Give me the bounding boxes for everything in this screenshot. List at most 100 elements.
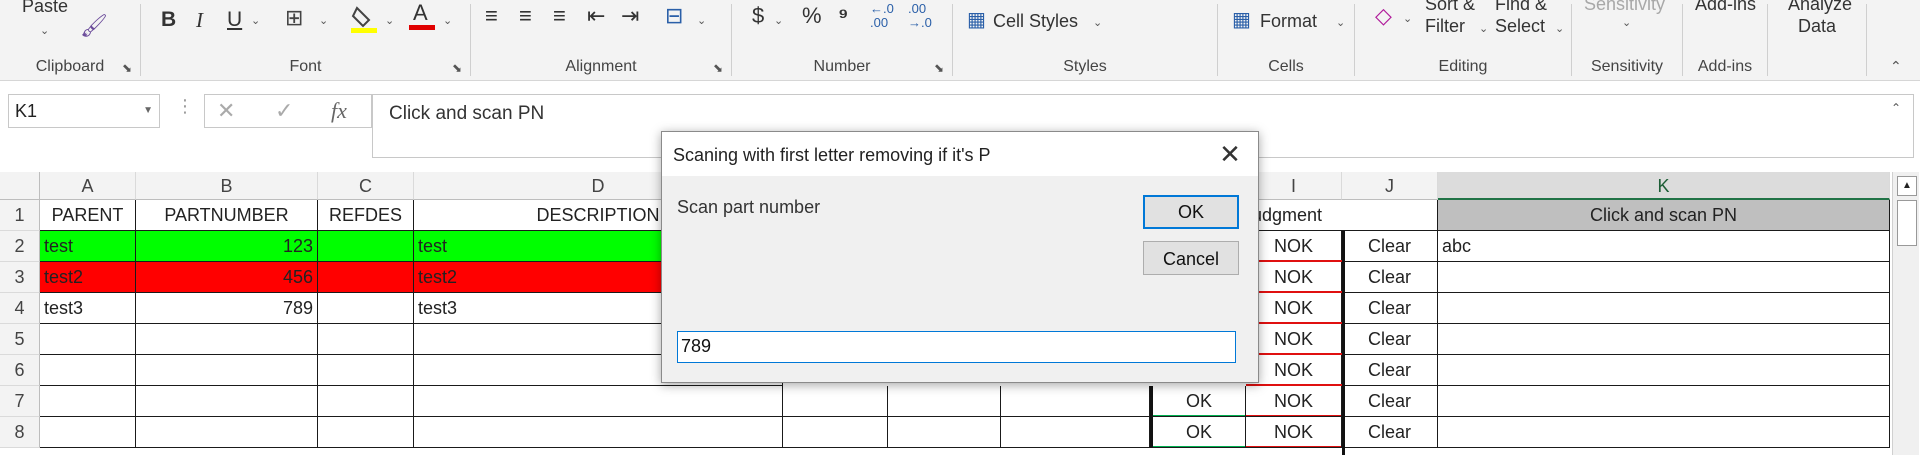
column-header-i[interactable]: I [1246, 172, 1342, 200]
percent-button[interactable]: % [802, 4, 822, 28]
collapse-ribbon-icon[interactable]: ⌃ [1890, 58, 1902, 75]
cancel-button[interactable]: Cancel [1143, 241, 1239, 275]
row-header[interactable]: 6 [0, 355, 40, 386]
cell-a1[interactable]: PARENT [40, 200, 136, 231]
cell-g8[interactable] [1001, 417, 1150, 448]
cell-j3[interactable]: Clear [1342, 262, 1438, 293]
cell-e8[interactable] [783, 417, 888, 448]
chevron-down-icon[interactable]: ⌄ [319, 14, 328, 27]
cell-a4[interactable]: test3 [40, 293, 136, 324]
column-header-b[interactable]: B [136, 172, 318, 200]
cell-c7[interactable] [318, 386, 414, 417]
cell-k8[interactable] [1438, 417, 1890, 448]
cell-g7[interactable] [1001, 386, 1150, 417]
dialog-launcher-icon[interactable]: ⬊ [713, 62, 725, 74]
addins-button[interactable]: Add-ins [1695, 0, 1756, 15]
cell-i6[interactable]: NOK [1246, 355, 1342, 386]
cell-b6[interactable] [136, 355, 318, 386]
font-color-icon[interactable]: A [409, 0, 435, 32]
cell-a7[interactable] [40, 386, 136, 417]
cell-c6[interactable] [318, 355, 414, 386]
cell-c5[interactable] [318, 324, 414, 355]
part-number-input[interactable]: 789 [677, 331, 1236, 363]
cell-i2[interactable]: NOK [1246, 231, 1342, 262]
chevron-down-icon[interactable]: ▼ [143, 105, 153, 116]
cell-f8[interactable] [888, 417, 1001, 448]
cell-c8[interactable] [318, 417, 414, 448]
row-header[interactable]: 8 [0, 417, 40, 448]
cell-h7[interactable]: OK [1150, 386, 1246, 417]
select-all-corner[interactable] [0, 172, 40, 200]
cell-d7[interactable] [414, 386, 783, 417]
scroll-up-icon[interactable]: ▲ [1897, 176, 1917, 196]
cell-f7[interactable] [888, 386, 1001, 417]
currency-button[interactable]: $ [752, 4, 764, 28]
fill-color-icon[interactable] [351, 4, 377, 34]
format-painter-icon[interactable]: 🖌 [80, 14, 108, 38]
cell-a3[interactable]: test2 [40, 262, 136, 293]
scroll-thumb[interactable] [1897, 200, 1917, 246]
cell-a5[interactable] [40, 324, 136, 355]
column-header-k[interactable]: K [1438, 172, 1890, 200]
close-icon[interactable]: ✕ [1216, 140, 1244, 168]
row-header[interactable]: 4 [0, 293, 40, 324]
chevron-down-icon[interactable]: ⌄ [385, 14, 394, 27]
align-left-icon[interactable]: ≡ [485, 4, 498, 28]
cell-b1[interactable]: PARTNUMBER [136, 200, 318, 231]
increase-indent-icon[interactable]: ⇥ [621, 4, 639, 28]
cell-k7[interactable] [1438, 386, 1890, 417]
cell-j4[interactable]: Clear [1342, 293, 1438, 324]
clear-eraser-icon[interactable]: ◇ [1375, 4, 1392, 28]
ok-button[interactable]: OK [1143, 195, 1239, 229]
cell-j2[interactable]: Clear [1342, 231, 1438, 262]
column-header-c[interactable]: C [318, 172, 414, 200]
cell-styles-button[interactable]: ▦ Cell Styles ⌄ [967, 8, 1107, 38]
dialog-launcher-icon[interactable]: ⬊ [452, 62, 464, 74]
cell-i8[interactable]: NOK [1246, 417, 1342, 448]
cell-c3[interactable] [318, 262, 414, 293]
dialog-launcher-icon[interactable]: ⬊ [934, 62, 946, 74]
column-header-a[interactable]: A [40, 172, 136, 200]
sensitivity-button[interactable]: Sensitivity ⌄ [1584, 0, 1674, 38]
row-header[interactable]: 3 [0, 262, 40, 293]
cell-d8[interactable] [414, 417, 783, 448]
align-right-icon[interactable]: ≡ [553, 4, 566, 28]
chevron-down-icon[interactable]: ⌄ [697, 14, 706, 27]
collapse-formula-bar-icon[interactable]: ⌃ [1891, 101, 1901, 115]
cell-j6[interactable]: Clear [1342, 355, 1438, 386]
chevron-down-icon[interactable]: ⌄ [1403, 12, 1412, 25]
analyze-data-button[interactable]: Analyze Data [1772, 0, 1862, 42]
comma-style-button[interactable]: ⁹ [838, 4, 848, 28]
cell-b8[interactable] [136, 417, 318, 448]
paste-button[interactable]: Paste ⌄ [10, 0, 74, 42]
align-center-icon[interactable]: ≡ [519, 4, 532, 28]
cell-c2[interactable] [318, 231, 414, 262]
cell-j8[interactable]: Clear [1342, 417, 1438, 448]
row-header[interactable]: 7 [0, 386, 40, 417]
cell-j7[interactable]: Clear [1342, 386, 1438, 417]
chevron-down-icon[interactable]: ⌄ [251, 14, 260, 27]
cell-a8[interactable] [40, 417, 136, 448]
cell-b3[interactable]: 456 [136, 262, 318, 293]
row-header[interactable]: 5 [0, 324, 40, 355]
merge-center-icon[interactable]: ⊟ [665, 4, 683, 28]
cancel-entry-icon[interactable]: ✕ [217, 98, 235, 124]
cell-b2[interactable]: 123 [136, 231, 318, 262]
row-header[interactable]: 2 [0, 231, 40, 262]
decrease-indent-icon[interactable]: ⇤ [587, 4, 605, 28]
italic-button[interactable]: I [196, 8, 203, 32]
cell-i5[interactable]: NOK [1246, 324, 1342, 355]
cell-k5[interactable] [1438, 324, 1890, 355]
cell-i1[interactable]: udgment [1246, 200, 1438, 231]
column-header-j[interactable]: J [1342, 172, 1438, 200]
cell-e7[interactable] [783, 386, 888, 417]
cell-a6[interactable] [40, 355, 136, 386]
confirm-entry-icon[interactable]: ✓ [275, 98, 293, 124]
cell-k6[interactable] [1438, 355, 1890, 386]
bold-button[interactable]: B [161, 8, 176, 32]
borders-icon[interactable]: ⊞ [285, 6, 303, 30]
cell-b7[interactable] [136, 386, 318, 417]
cell-c4[interactable] [318, 293, 414, 324]
cell-c1[interactable]: REFDES [318, 200, 414, 231]
chevron-down-icon[interactable]: ⌄ [443, 14, 452, 27]
